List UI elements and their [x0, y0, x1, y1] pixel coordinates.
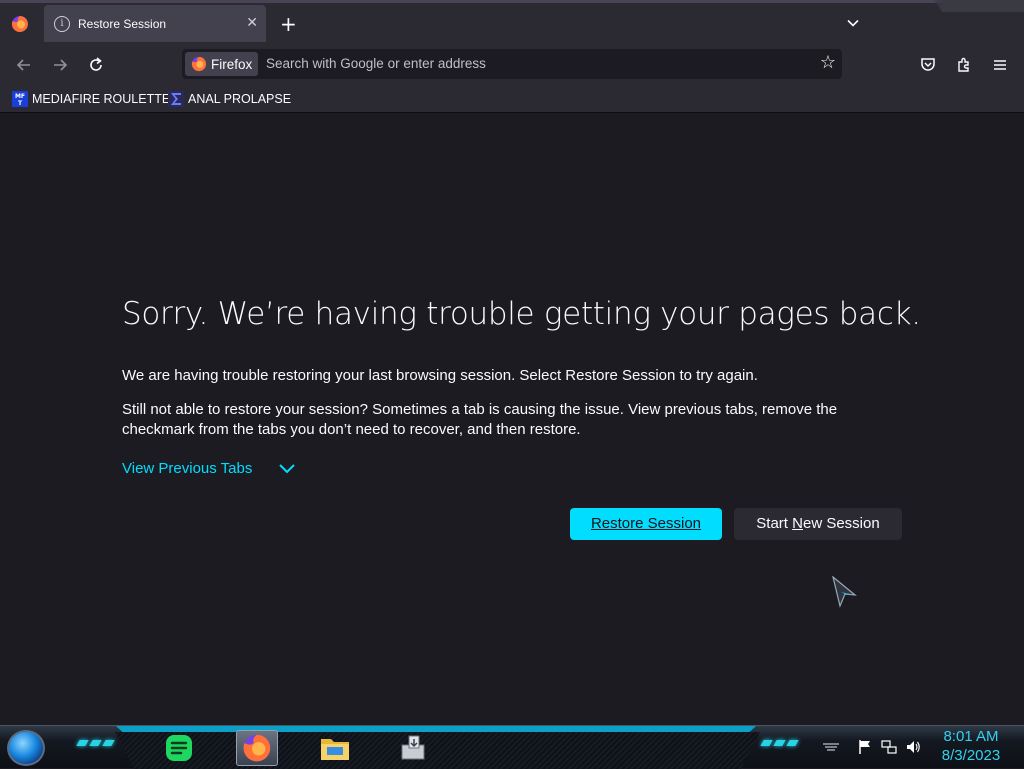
- taskbar-app-file-explorer[interactable]: [314, 730, 356, 766]
- clock-date: 8/3/2023: [941, 747, 1001, 764]
- view-previous-tabs-toggle[interactable]: View Previous Tabs: [122, 460, 296, 477]
- notes-app-icon: [166, 735, 192, 761]
- taskbar-app-installer[interactable]: [392, 730, 434, 766]
- navigation-toolbar: Firefox Search with Google or enter addr…: [0, 44, 1024, 85]
- sigma-favicon-icon: [168, 91, 184, 107]
- tab-restore-session[interactable]: i Restore Session ✕: [44, 5, 266, 42]
- pocket-icon[interactable]: [916, 53, 940, 77]
- volume-icon[interactable]: [904, 738, 922, 756]
- taskbar: 8:01 AM 8/3/2023: [0, 725, 1024, 769]
- error-description: We are having trouble restoring your las…: [122, 367, 758, 384]
- chevron-down-icon: [279, 463, 296, 473]
- close-tab-icon[interactable]: ✕: [246, 15, 258, 31]
- taskbar-app-spotify[interactable]: [158, 730, 200, 766]
- decoration-lights: [760, 740, 799, 746]
- bookmark-label: MEDIAFIRE ROULETTER: [32, 92, 180, 106]
- bookmark-label: ANAL PROLAPSE: [188, 92, 292, 106]
- mouse-cursor-icon: [832, 576, 857, 608]
- clock[interactable]: 8:01 AM 8/3/2023: [936, 727, 1006, 765]
- taskbar-rail: [115, 732, 760, 769]
- view-previous-tabs-label: View Previous Tabs: [122, 460, 253, 477]
- title-bar-decoration: [934, 0, 1024, 12]
- menu-icon[interactable]: [988, 53, 1012, 77]
- chevron-down-icon[interactable]: [845, 15, 861, 31]
- installer-icon: [401, 735, 425, 760]
- bookmarks-toolbar: MF T MEDIAFIRE ROULETTER ANAL PROLAPSE: [0, 85, 1024, 113]
- firefox-logo-icon: [191, 56, 207, 72]
- flag-icon[interactable]: [856, 738, 874, 756]
- restore-session-button[interactable]: Restore Session: [570, 508, 722, 540]
- decoration-lights: [76, 740, 115, 746]
- error-help-text: Still not able to restore your session? …: [122, 401, 838, 438]
- back-icon[interactable]: [12, 53, 36, 77]
- mediafire-favicon-icon: MF T: [12, 91, 28, 107]
- clock-time: 8:01 AM: [943, 728, 999, 745]
- show-hidden-icons-icon[interactable]: [822, 738, 840, 756]
- reload-icon[interactable]: [84, 53, 108, 77]
- start-new-session-button[interactable]: Start New Session: [734, 508, 902, 540]
- page-title: Sorry. We’re having trouble getting your…: [122, 296, 921, 332]
- url-bar[interactable]: Firefox Search with Google or enter addr…: [182, 49, 842, 79]
- forward-icon[interactable]: [48, 53, 72, 77]
- svg-text:MF: MF: [15, 93, 25, 100]
- start-new-session-label: Start: [756, 515, 793, 532]
- start-button[interactable]: [7, 730, 45, 766]
- identity-label: Firefox: [211, 56, 253, 72]
- info-icon: i: [54, 15, 70, 32]
- identity-box[interactable]: Firefox: [185, 52, 259, 76]
- network-icon[interactable]: [880, 738, 898, 756]
- session-restore-page: Sorry. We’re having trouble getting your…: [0, 113, 1024, 725]
- url-input[interactable]: Search with Google or enter address: [266, 56, 486, 71]
- new-tab-button[interactable]: +: [280, 12, 297, 36]
- tab-title: Restore Session: [78, 16, 167, 31]
- folder-icon: [321, 739, 349, 760]
- firefox-icon: [243, 734, 271, 762]
- accesskey-letter: N: [792, 515, 803, 532]
- bookmark-star-icon[interactable]: ☆: [820, 53, 836, 73]
- taskbar-frame: [116, 726, 756, 732]
- tab-strip: i Restore Session ✕ +: [0, 0, 1024, 44]
- start-new-session-label-rest: ew Session: [802, 515, 880, 532]
- bookmark-mediafire[interactable]: MF T MEDIAFIRE ROULETTER: [12, 90, 179, 108]
- firefox-view-icon[interactable]: [8, 12, 32, 36]
- extensions-icon[interactable]: [952, 53, 976, 77]
- taskbar-app-firefox[interactable]: [236, 730, 278, 766]
- bookmark-sigma[interactable]: ANAL PROLAPSE: [168, 90, 291, 108]
